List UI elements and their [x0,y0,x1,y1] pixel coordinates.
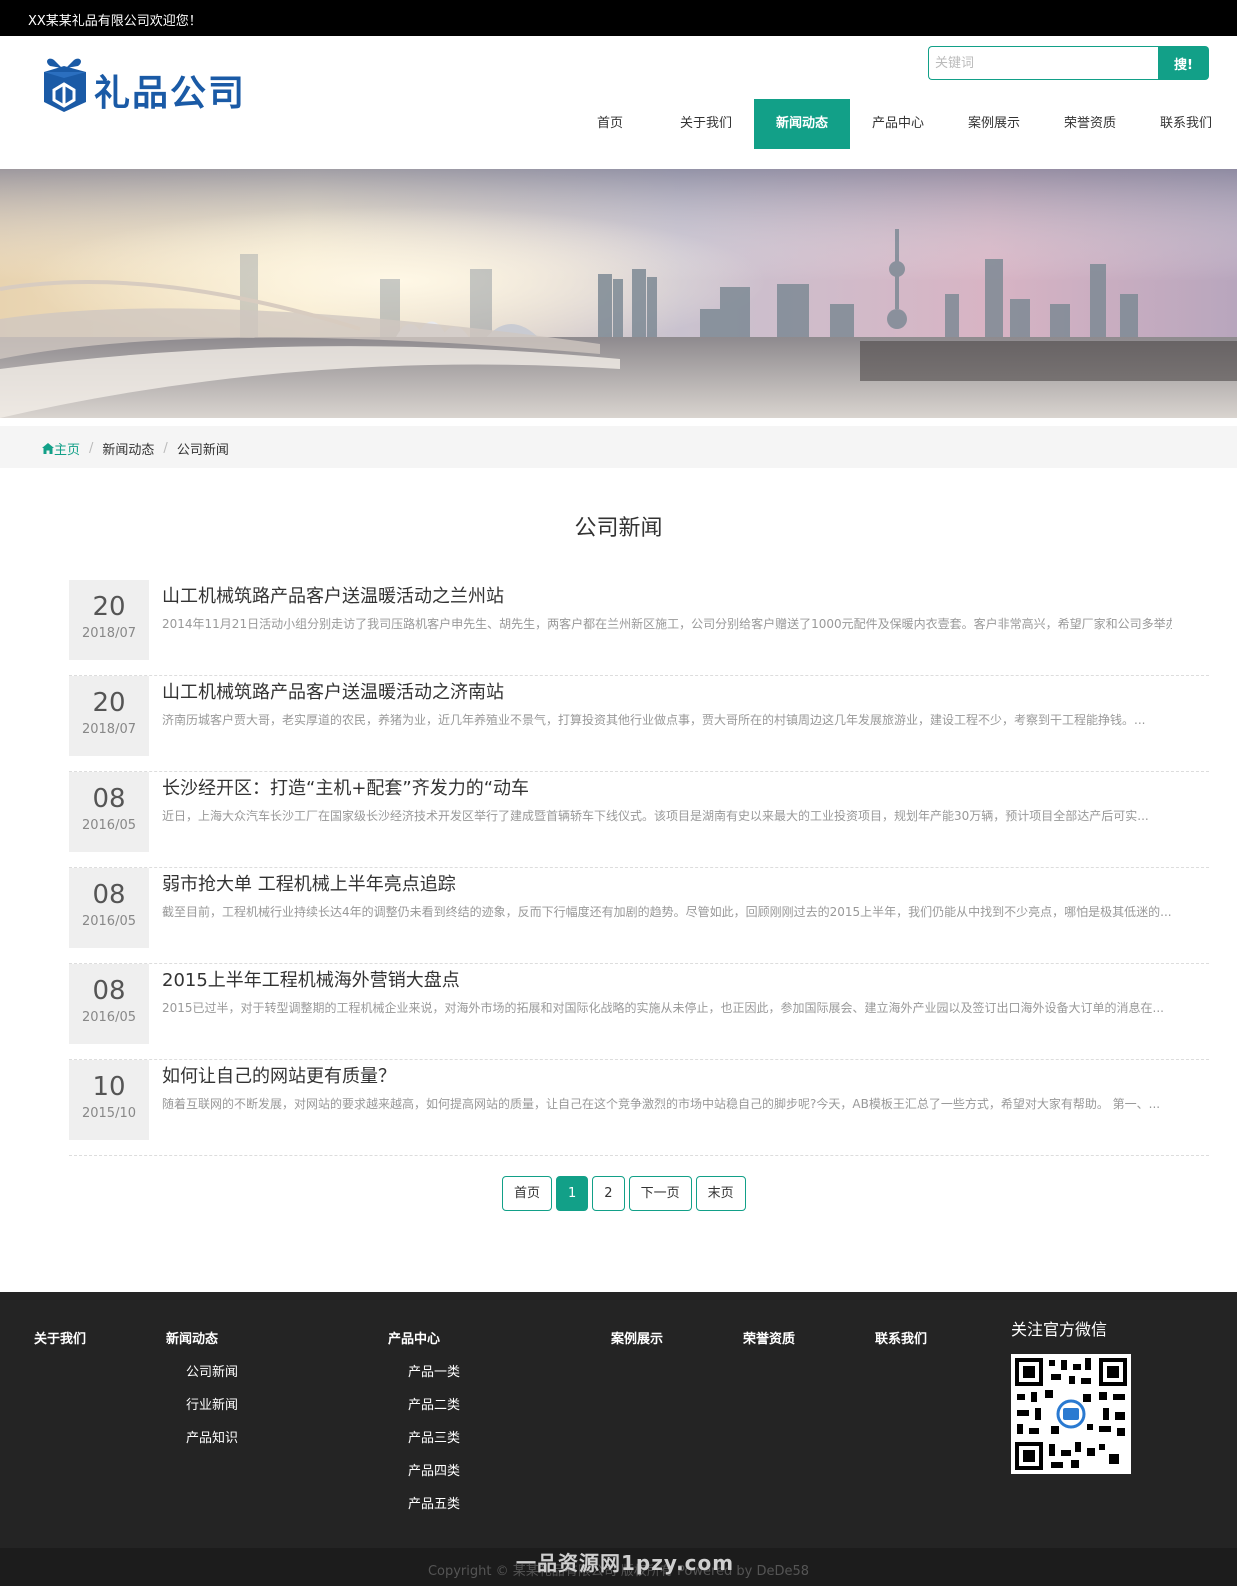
footer-link[interactable]: 产品知识 [186,1427,238,1446]
news-title-link[interactable]: 长沙经开区：打造“主机+配套”齐发力的“动车 [162,774,529,800]
logo-text: 礼品公司 [94,73,247,114]
news-title-link[interactable]: 2015上半年工程机械海外营销大盘点 [162,966,460,992]
pagination: 首页 1 2 下一页 末页 [502,1176,750,1211]
nav-item-products[interactable]: 产品中心 [850,99,946,149]
date-day: 08 [92,976,126,1006]
footer-column-products: 产品中心 产品一类 产品二类 产品三类 产品四类 产品五类 [388,1328,460,1512]
footer-heading[interactable]: 新闻动态 [166,1328,238,1347]
date-day: 08 [92,880,126,910]
news-title-link[interactable]: 山工机械筑路产品客户送温暖活动之兰州站 [162,582,504,608]
date-year-month: 2016/05 [81,914,136,929]
footer-column-about: 关于我们 [34,1328,86,1347]
wechat-qr-code [1011,1354,1131,1474]
nav-item-honors[interactable]: 荣誉资质 [1042,99,1138,149]
main-nav: 首页 关于我们 新闻动态 产品中心 案例展示 荣誉资质 联系我们 [562,99,1234,149]
nav-item-news[interactable]: 新闻动态 [754,99,850,149]
breadcrumb: 主页 / 新闻动态 / 公司新闻 [0,426,1237,468]
date-day: 10 [92,1072,126,1102]
news-summary: 2014年11月21日活动小组分别走访了我司压路机客户申先生、胡先生，两客户都在… [162,617,1172,631]
footer-column-honors: 荣誉资质 [743,1328,795,1347]
date-box: 08 2016/05 [69,772,149,852]
date-box: 20 2018/07 [69,580,149,660]
logo[interactable]: 礼品公司 [40,54,260,116]
breadcrumb-home-label: 主页 [54,443,81,458]
page-first[interactable]: 首页 [502,1176,553,1211]
search-box: 搜! [928,46,1209,80]
footer-heading[interactable]: 产品中心 [388,1328,460,1347]
page-next[interactable]: 下一页 [628,1176,692,1211]
watermark: 一品资源网1pzy.com [516,1551,735,1575]
nav-item-about[interactable]: 关于我们 [658,99,754,149]
nav-item-home[interactable]: 首页 [562,99,658,149]
home-icon [42,443,54,454]
footer-link[interactable]: 产品一类 [408,1361,460,1380]
date-day: 20 [92,688,126,718]
date-box: 10 2015/10 [69,1060,149,1140]
date-year-month: 2015/10 [81,1106,136,1121]
news-title-link[interactable]: 弱市抢大单 工程机械上半年亮点追踪 [162,870,456,896]
news-summary: 近日，上海大众汽车长沙工厂在国家级长沙经济技术开发区举行了建成暨首辆轿车下线仪式… [162,809,1149,823]
date-box: 08 2016/05 [69,868,149,948]
breadcrumb-item-news[interactable]: 新闻动态 [102,439,154,458]
page-2[interactable]: 2 [592,1176,625,1211]
page-last[interactable]: 末页 [695,1176,746,1211]
news-item[interactable]: 08 2016/05 2015上半年工程机械海外营销大盘点 2015已过半，对于… [69,964,1209,1060]
news-item[interactable]: 08 2016/05 弱市抢大单 工程机械上半年亮点追踪 截至目前，工程机械行业… [69,868,1209,964]
news-title-link[interactable]: 如何让自己的网站更有质量？ [162,1062,396,1088]
footer-heading[interactable]: 关于我们 [34,1328,86,1347]
news-item[interactable]: 10 2015/10 如何让自己的网站更有质量？ 随着互联网的不断发展，对网站的… [69,1060,1209,1156]
footer-link[interactable]: 行业新闻 [186,1394,238,1413]
nav-item-cases[interactable]: 案例展示 [946,99,1042,149]
news-item[interactable]: 20 2018/07 山工机械筑路产品客户送温暖活动之兰州站 2014年11月2… [69,580,1209,676]
footer-link[interactable]: 产品三类 [408,1427,460,1446]
breadcrumb-separator: / [163,441,168,456]
footer-link[interactable]: 产品四类 [408,1460,460,1479]
welcome-text: XX某某礼品有限公司欢迎您！ [28,14,202,29]
date-year-month: 2018/07 [81,626,136,641]
breadcrumb-home[interactable]: 主页 [42,439,80,458]
date-day: 20 [92,592,126,622]
news-summary: 截至目前，工程机械行业持续长达4年的调整仍未看到终结的迹象，反而下行幅度还有加剧… [162,905,1172,919]
news-summary: 济南历城客户贾大哥，老实厚道的农民，养猪为业，近几年养殖业不景气，打算投资其他行… [162,713,1146,727]
breadcrumb-separator: / [89,441,94,456]
footer-column-cases: 案例展示 [611,1328,663,1347]
date-year-month: 2018/07 [81,722,136,737]
news-list: 20 2018/07 山工机械筑路产品客户送温暖活动之兰州站 2014年11月2… [69,580,1209,1156]
footer-heading[interactable]: 联系我们 [875,1328,927,1347]
footer-column-contact: 联系我们 [875,1328,927,1347]
footer-column-news: 新闻动态 公司新闻 行业新闻 产品知识 [166,1328,238,1446]
date-box: 08 2016/05 [69,964,149,1044]
date-box: 20 2018/07 [69,676,149,756]
news-item[interactable]: 08 2016/05 长沙经开区：打造“主机+配套”齐发力的“动车 近日，上海大… [69,772,1209,868]
footer-link[interactable]: 产品二类 [408,1394,460,1413]
news-summary: 2015已过半，对于转型调整期的工程机械企业来说，对海外市场的拓展和对国际化战略… [162,1001,1164,1015]
footer-link[interactable]: 产品五类 [408,1493,460,1512]
footer: 关于我们 新闻动态 公司新闻 行业新闻 产品知识 产品中心 产品一类 产品二类 … [0,1292,1237,1586]
news-summary: 随着互联网的不断发展，对网站的要求越来越高，如何提高网站的质量，让自己在这个竞争… [162,1097,1161,1111]
news-title-link[interactable]: 山工机械筑路产品客户送温暖活动之济南站 [162,678,504,704]
page-title: 公司新闻 [574,516,663,541]
header: 礼品公司 搜! 首页 关于我们 新闻动态 产品中心 案例展示 荣誉资质 联系我们 [0,36,1237,169]
news-item[interactable]: 20 2018/07 山工机械筑路产品客户送温暖活动之济南站 济南历城客户贾大哥… [69,676,1209,772]
wechat-title: 关注官方微信 [1011,1320,1108,1339]
footer-link[interactable]: 公司新闻 [186,1361,238,1380]
gift-box-icon [44,58,86,112]
date-year-month: 2016/05 [81,1010,136,1025]
date-year-month: 2016/05 [81,818,136,833]
search-button[interactable]: 搜! [1158,46,1209,80]
top-bar: XX某某礼品有限公司欢迎您！ [0,0,1237,36]
date-day: 08 [92,784,126,814]
nav-item-contact[interactable]: 联系我们 [1138,99,1234,149]
footer-heading[interactable]: 荣誉资质 [743,1328,795,1347]
banner-image [0,169,1237,418]
breadcrumb-item-company-news: 公司新闻 [176,443,229,458]
search-input[interactable] [928,46,1158,80]
footer-heading[interactable]: 案例展示 [611,1328,663,1347]
page-1[interactable]: 1 [556,1176,589,1211]
